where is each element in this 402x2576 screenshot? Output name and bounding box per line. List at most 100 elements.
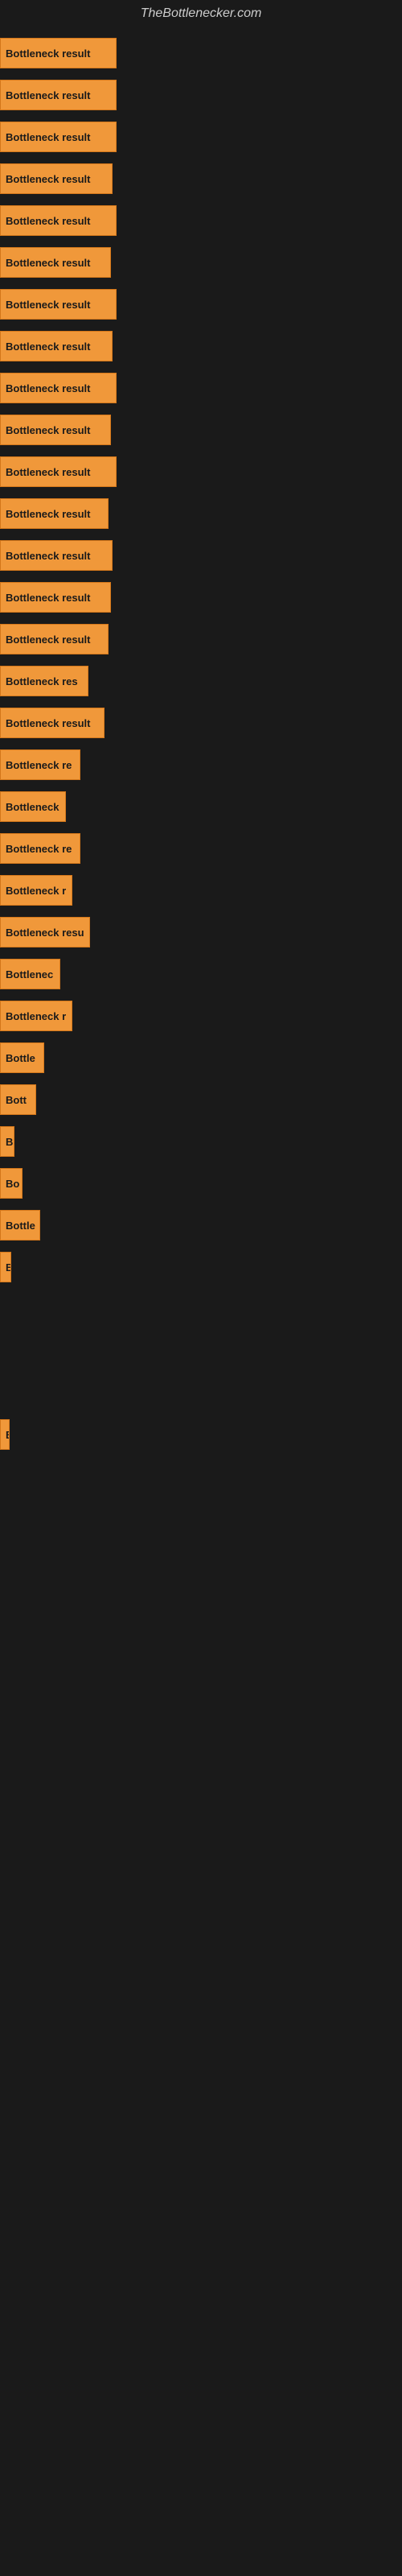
bar-label: Bottleneck result bbox=[6, 47, 90, 60]
bar-label: Bo bbox=[6, 1178, 19, 1190]
bar-row: Bottleneck result bbox=[0, 493, 402, 535]
bar-row bbox=[0, 1372, 402, 1414]
bar-row: Bottleneck result bbox=[0, 367, 402, 409]
bar-row bbox=[0, 1539, 402, 1581]
bar-row bbox=[0, 1288, 402, 1330]
bar-label: Bottleneck bbox=[6, 801, 59, 813]
bottleneck-bar: B bbox=[0, 1419, 10, 1450]
bar-label: Bottleneck result bbox=[6, 215, 90, 227]
bar-label: Bottleneck result bbox=[6, 173, 90, 185]
bar-label: Bottlenec bbox=[6, 968, 53, 980]
bar-label: Bottleneck resu bbox=[6, 927, 84, 939]
bottleneck-bar: Bottleneck result bbox=[0, 80, 117, 110]
bar-label: B bbox=[6, 1136, 13, 1148]
bottleneck-bar: B bbox=[0, 1126, 14, 1157]
bottleneck-bar: Bottleneck result bbox=[0, 582, 111, 613]
bar-row: Bottleneck result bbox=[0, 200, 402, 242]
bar-label: Bottleneck r bbox=[6, 885, 66, 897]
bar-row: Bottlenec bbox=[0, 953, 402, 995]
bar-row: Bottle bbox=[0, 1037, 402, 1079]
bar-row: Bottleneck result bbox=[0, 535, 402, 576]
bar-label: Bottleneck result bbox=[6, 634, 90, 646]
bottleneck-bar: Bott bbox=[0, 1084, 36, 1115]
bar-row: Bottleneck result bbox=[0, 158, 402, 200]
bar-row: Bottleneck result bbox=[0, 242, 402, 283]
bar-label: Bottleneck r bbox=[6, 1010, 66, 1022]
bars-container: Bottleneck result Bottleneck result Bottle… bbox=[0, 24, 402, 1589]
bottleneck-bar: Bottleneck result bbox=[0, 708, 105, 738]
bar-label: Bottleneck re bbox=[6, 759, 72, 771]
bottleneck-bar: Bottleneck re bbox=[0, 833, 80, 864]
bottleneck-bar: Bottleneck r bbox=[0, 875, 72, 906]
bar-row: Bottleneck result bbox=[0, 618, 402, 660]
bar-row bbox=[0, 1497, 402, 1539]
bottleneck-bar: Bottleneck result bbox=[0, 624, 109, 654]
bar-label: Bottle bbox=[6, 1052, 35, 1064]
bar-row: Bottleneck result bbox=[0, 116, 402, 158]
bar-row: Bottleneck result bbox=[0, 74, 402, 116]
bar-label: Bottleneck re bbox=[6, 843, 72, 855]
bottleneck-bar: Bottleneck res bbox=[0, 666, 88, 696]
bar-label: Bottleneck result bbox=[6, 550, 90, 562]
bottleneck-bar: Bottleneck result bbox=[0, 456, 117, 487]
bar-row: Bottle bbox=[0, 1204, 402, 1246]
bar-row: Bottleneck re bbox=[0, 744, 402, 786]
bottleneck-bar: Bottleneck result bbox=[0, 122, 117, 152]
bar-label: Bottleneck result bbox=[6, 508, 90, 520]
bottleneck-bar: Bottleneck resu bbox=[0, 917, 90, 947]
bottleneck-bar: Bottleneck result bbox=[0, 205, 117, 236]
bar-row: Bo bbox=[0, 1162, 402, 1204]
bottleneck-bar: Bo bbox=[0, 1168, 23, 1199]
bar-label: Bottleneck result bbox=[6, 89, 90, 101]
bottleneck-bar: Bottleneck result bbox=[0, 498, 109, 529]
bottleneck-bar: Bottlenec bbox=[0, 959, 60, 989]
bar-row bbox=[0, 1330, 402, 1372]
bar-label: Bottleneck result bbox=[6, 382, 90, 394]
bar-label: B bbox=[6, 1429, 10, 1441]
bar-label: Bottleneck result bbox=[6, 341, 90, 353]
bottleneck-bar: Bottleneck result bbox=[0, 247, 111, 278]
bottleneck-bar: Bottleneck result bbox=[0, 289, 117, 320]
bar-row: Bottleneck bbox=[0, 786, 402, 828]
bottleneck-bar: Bottleneck r bbox=[0, 1001, 72, 1031]
bar-label: Bottleneck result bbox=[6, 131, 90, 143]
bar-row: Bottleneck re bbox=[0, 828, 402, 869]
bar-label: Bottleneck result bbox=[6, 466, 90, 478]
bar-label: Bottleneck result bbox=[6, 424, 90, 436]
bar-row: Bottleneck result bbox=[0, 409, 402, 451]
bar-row: Bottleneck r bbox=[0, 995, 402, 1037]
bar-label: Bottleneck result bbox=[6, 299, 90, 311]
bar-label: Bottleneck res bbox=[6, 675, 78, 687]
bottleneck-bar: Bottleneck bbox=[0, 791, 66, 822]
bar-row: Bottleneck result bbox=[0, 283, 402, 325]
bottleneck-bar: Bottleneck result bbox=[0, 415, 111, 445]
bottleneck-bar: Bottleneck re bbox=[0, 749, 80, 780]
bar-row: Bottleneck result bbox=[0, 451, 402, 493]
bottleneck-bar: Bottle bbox=[0, 1042, 44, 1073]
bar-label: Bottleneck result bbox=[6, 592, 90, 604]
site-title: TheBottlenecker.com bbox=[0, 0, 402, 24]
bar-row: Bottleneck result bbox=[0, 702, 402, 744]
bottleneck-bar: Bottleneck result bbox=[0, 373, 117, 403]
bottleneck-bar: Bottleneck result bbox=[0, 163, 113, 194]
bar-label: Bott bbox=[6, 1094, 27, 1106]
bar-row: B bbox=[0, 1121, 402, 1162]
bar-row: Bottleneck r bbox=[0, 869, 402, 911]
bar-row: Bott bbox=[0, 1079, 402, 1121]
bar-label: B bbox=[6, 1261, 11, 1274]
bottleneck-bar: Bottleneck result bbox=[0, 38, 117, 68]
bottleneck-bar: B bbox=[0, 1252, 11, 1282]
bar-row: B bbox=[0, 1414, 402, 1455]
bottleneck-bar: Bottle bbox=[0, 1210, 40, 1241]
bottleneck-bar: Bottleneck result bbox=[0, 540, 113, 571]
bar-row: Bottleneck result bbox=[0, 325, 402, 367]
bar-row: Bottleneck result bbox=[0, 32, 402, 74]
bar-label: Bottleneck result bbox=[6, 257, 90, 269]
bar-row: Bottleneck resu bbox=[0, 911, 402, 953]
bar-row bbox=[0, 1455, 402, 1497]
bar-label: Bottle bbox=[6, 1220, 35, 1232]
bar-row: Bottleneck res bbox=[0, 660, 402, 702]
bar-label: Bottleneck result bbox=[6, 717, 90, 729]
bar-row: B bbox=[0, 1246, 402, 1288]
bar-row: Bottleneck result bbox=[0, 576, 402, 618]
